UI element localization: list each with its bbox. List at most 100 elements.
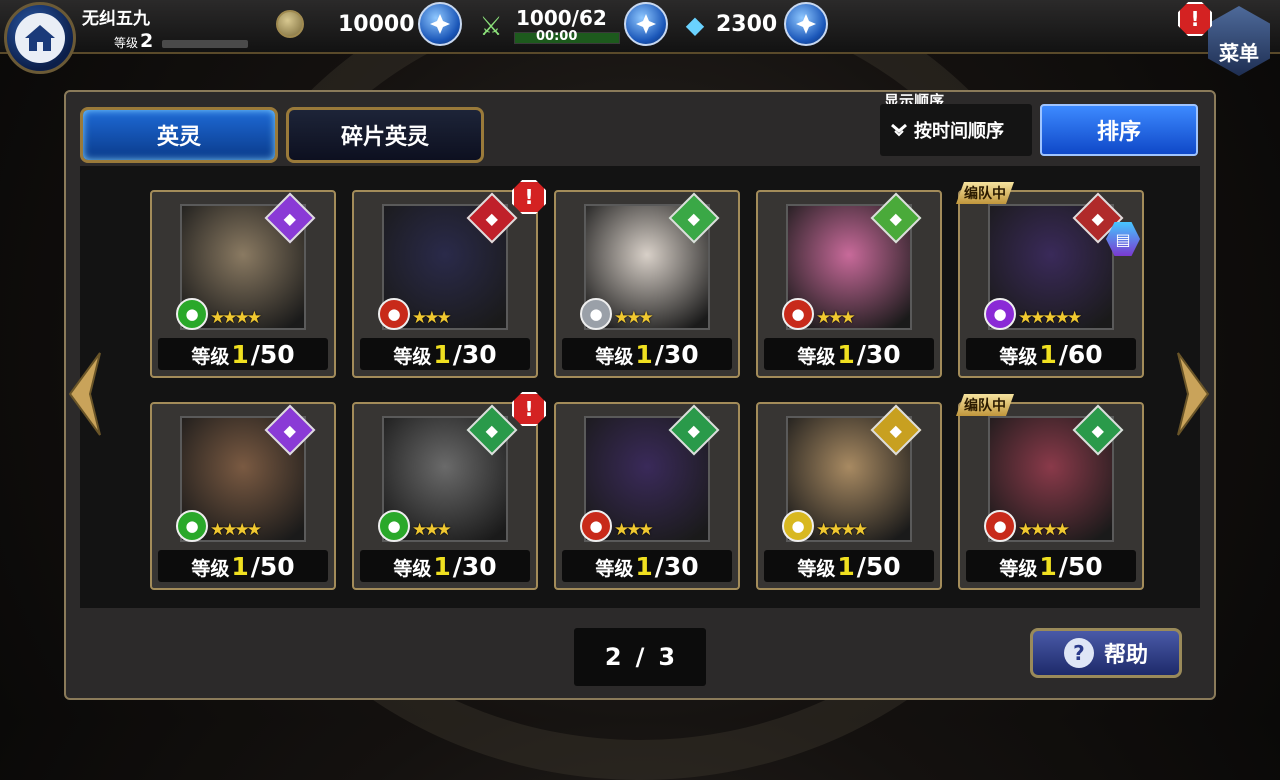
hero-level: 等级 1/50: [764, 550, 934, 582]
hero-card[interactable]: ◆ ● ★★★ 等级 1/30: [756, 190, 942, 378]
hero-level-current: 1: [1039, 340, 1057, 369]
hero-level-max: /30: [856, 340, 901, 369]
hero-level-max: /50: [856, 552, 901, 581]
sort-order-value: 按时间顺序: [914, 121, 1004, 142]
sort-button-label: 排序: [1096, 120, 1141, 145]
sort-order-dropdown[interactable]: 按时间顺序: [880, 104, 1032, 156]
next-page-arrow-icon[interactable]: [1174, 346, 1214, 442]
hero-level-max: /50: [250, 552, 295, 581]
hero-level: 等级 1/50: [158, 550, 328, 582]
dark-element-icon: ●: [984, 298, 1016, 330]
hero-card[interactable]: ◆ ● ★★★★★ 等级 1/60 编队中 ▤: [958, 190, 1144, 378]
hero-level-label: 等级: [393, 558, 432, 580]
fire-element-icon: ●: [378, 298, 410, 330]
hero-level-label: 等级: [191, 558, 230, 580]
hero-card[interactable]: ◆ ● ★★★★ 等级 1/50: [150, 402, 336, 590]
rarity-stars: ★★★★: [1018, 520, 1070, 540]
add-stamina-button[interactable]: [624, 2, 668, 46]
fire-element-icon: ●: [984, 510, 1016, 542]
page-indicator: 2 / 3: [574, 628, 706, 686]
hero-level-label: 等级: [393, 346, 432, 368]
stamina-value: 1000/62: [516, 6, 607, 30]
plus-icon: [796, 14, 816, 34]
crossed-swords-icon: ⚔: [479, 12, 503, 42]
tab-hero-shards[interactable]: 碎片英灵: [286, 107, 484, 163]
hero-level-max: /30: [452, 340, 497, 369]
hero-level-label: 等级: [999, 558, 1038, 580]
hero-level-label: 等级: [797, 346, 836, 368]
hero-level-current: 1: [433, 340, 451, 369]
hero-level: 等级 1/30: [562, 550, 732, 582]
exp-bar: [162, 40, 248, 48]
hero-level-max: /30: [654, 340, 699, 369]
plus-icon: [430, 14, 450, 34]
rarity-stars: ★★★: [412, 308, 452, 328]
hero-level-current: 1: [1039, 552, 1057, 581]
hero-card[interactable]: ◆ ● ★★★★ 等级 1/50 编队中: [958, 402, 1144, 590]
hero-level: 等级 1/30: [562, 338, 732, 370]
hero-level-current: 1: [635, 340, 653, 369]
home-icon: [15, 13, 65, 63]
wind-element-icon: ●: [176, 510, 208, 542]
gold-coin-icon: [276, 10, 304, 38]
help-button[interactable]: ? 帮助: [1030, 628, 1182, 678]
rarity-stars: ★★★★★: [1018, 308, 1082, 328]
hero-level-current: 1: [635, 552, 653, 581]
hero-level-current: 1: [231, 340, 249, 369]
home-button[interactable]: [4, 2, 76, 74]
hero-card[interactable]: ◆ ● ★★★★ 等级 1/50: [756, 402, 942, 590]
wind-element-icon: ●: [176, 298, 208, 330]
fire-element-icon: ●: [782, 298, 814, 330]
gem-value: 2300: [716, 12, 778, 37]
prev-page-arrow-icon[interactable]: [64, 346, 104, 442]
hero-level: 等级 1/30: [360, 338, 530, 370]
hero-level-current: 1: [433, 552, 451, 581]
hero-card[interactable]: ◆ ● ★★★ 等级 1/30!: [352, 392, 546, 590]
hero-level-max: /50: [1058, 552, 1103, 581]
sort-button[interactable]: 排序: [1040, 104, 1198, 156]
plus-icon: [636, 14, 656, 34]
player-level-value: 2: [140, 30, 154, 52]
tab-heroes[interactable]: 英灵: [80, 107, 278, 163]
player-name: 无纠五九: [82, 9, 150, 29]
hero-level-label: 等级: [797, 558, 836, 580]
add-gem-button[interactable]: [784, 2, 828, 46]
fire-element-icon: ●: [580, 510, 612, 542]
stamina-timer: 00:00: [536, 29, 578, 44]
player-level-label: 等级: [114, 36, 139, 50]
rarity-stars: ★★★: [614, 308, 654, 328]
thunder-element-icon: ●: [782, 510, 814, 542]
hero-level: 等级 1/30: [764, 338, 934, 370]
in-team-tag: 编队中: [956, 182, 1014, 204]
gold-value: 10000: [338, 12, 415, 37]
hero-card[interactable]: ◆ ● ★★★ 等级 1/30!: [352, 180, 546, 378]
hero-card[interactable]: ◆ ● ★★★ 等级 1/30: [554, 190, 740, 378]
page-total: 3: [658, 643, 676, 671]
hero-level-max: /50: [250, 340, 295, 369]
hero-level-current: 1: [837, 340, 855, 369]
hero-level-max: /30: [654, 552, 699, 581]
menu-label: 菜单: [1219, 41, 1259, 65]
hero-level: 等级 1/50: [158, 338, 328, 370]
rarity-stars: ★★★: [816, 308, 856, 328]
chevron-down-icon: [891, 123, 907, 137]
page-current: 2: [604, 643, 622, 671]
tab-hero-shards-label: 碎片英灵: [340, 125, 429, 150]
hero-level-label: 等级: [999, 346, 1038, 368]
hero-level-label: 等级: [595, 346, 634, 368]
hero-level-label: 等级: [595, 558, 634, 580]
light-element-icon: ●: [580, 298, 612, 330]
hero-card[interactable]: ◆ ● ★★★★ 等级 1/50: [150, 190, 336, 378]
rarity-stars: ★★★★: [816, 520, 868, 540]
add-gold-button[interactable]: [418, 2, 462, 46]
hero-card[interactable]: ◆ ● ★★★ 等级 1/30: [554, 402, 740, 590]
hero-level-current: 1: [231, 552, 249, 581]
hero-level: 等级 1/30: [360, 550, 530, 582]
page-separator: /: [635, 643, 645, 671]
rarity-stars: ★★★★: [210, 308, 262, 328]
hero-level-max: /60: [1058, 340, 1103, 369]
hero-level: 等级 1/60: [966, 338, 1136, 370]
tab-heroes-label: 英灵: [156, 125, 201, 150]
rarity-stars: ★★★: [614, 520, 654, 540]
gem-icon: ◆: [685, 11, 705, 39]
